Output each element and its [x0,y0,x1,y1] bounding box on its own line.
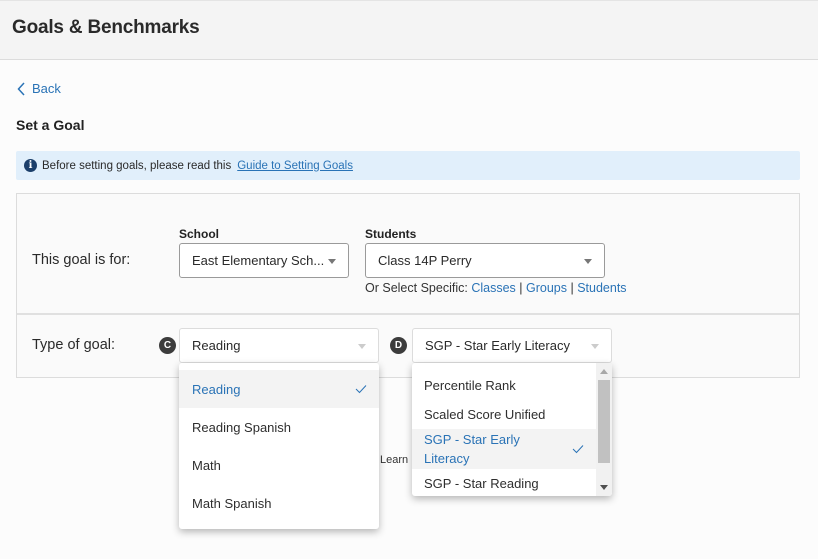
scroll-down-arrow-icon[interactable] [600,485,608,490]
subject-option-reading[interactable]: Reading [179,370,379,408]
subject-value: Reading [192,338,241,353]
option-label: SGP - Star Reading [424,476,539,491]
info-banner: i Before setting goals, please read this… [16,151,800,180]
back-link[interactable]: Back [17,81,61,96]
separator: | [570,281,574,295]
option-label: Scaled Score Unified [424,407,546,422]
chevron-left-icon [17,81,25,96]
subject-select[interactable]: Reading [179,328,379,363]
groups-link[interactable]: Groups [526,281,567,295]
section-title: Set a Goal [16,117,85,133]
school-label: School [179,227,220,241]
students-value: Class 14P Perry [378,253,472,268]
metric-option-scaled-score[interactable]: Scaled Score Unified [412,400,596,429]
step-d-badge: D [390,337,407,354]
app-header: Goals & Benchmarks [0,0,818,60]
divider [17,313,799,315]
classes-link[interactable]: Classes [471,281,515,295]
info-icon: i [24,159,37,172]
option-label: Math [192,457,221,473]
option-label: Reading [192,381,241,397]
subject-option-math[interactable]: Math [179,446,379,484]
select-specific-prefix: Or Select Specific: [365,281,468,295]
goal-for-label: This goal is for: [32,252,131,268]
back-label: Back [32,81,61,96]
goal-type-label: Type of goal: [32,337,116,353]
option-label: SGP - Star Early Literacy [424,432,520,466]
page-title: Goals & Benchmarks [12,17,200,38]
chevron-down-icon [358,344,366,349]
checkmark-icon [355,385,367,394]
background-text: Learn [380,454,409,466]
guide-link[interactable]: Guide to Setting Goals [237,160,353,172]
goal-form-panel: This goal is for: School East Elementary… [16,193,800,378]
metric-option-percentile-rank[interactable]: Percentile Rank [412,371,596,400]
scroll-thumb[interactable] [598,380,610,463]
subject-dropdown-menu: Reading Reading Spanish Math Math Spanis… [179,363,379,529]
option-label: Reading Spanish [192,419,292,435]
option-label: Math Spanish [192,495,272,511]
chevron-down-icon [591,344,599,349]
students-select[interactable]: Class 14P Perry [365,243,605,278]
option-label: Percentile Rank [424,378,516,393]
checkmark-icon [572,445,584,454]
info-text: Before setting goals, please read this [42,159,232,172]
step-c-badge: C [159,337,176,354]
metric-select[interactable]: SGP - Star Early Literacy [412,328,612,363]
metric-option-sgp-early-literacy[interactable]: SGP - Star Early Literacy [412,429,596,469]
students-label: Students [365,227,417,241]
separator: | [519,281,523,295]
subject-option-reading-spanish[interactable]: Reading Spanish [179,408,379,446]
scrollbar[interactable] [596,363,612,496]
select-specific: Or Select Specific: Classes | Groups | S… [365,281,627,295]
metric-option-sgp-reading[interactable]: SGP - Star Reading [412,469,596,491]
metric-dropdown-menu: Percentile Rank Scaled Score Unified SGP… [412,363,612,496]
chevron-down-icon [328,259,336,264]
school-select[interactable]: East Elementary Sch... [179,243,349,278]
subject-option-math-spanish[interactable]: Math Spanish [179,484,379,522]
school-value: East Elementary Sch... [192,253,325,268]
chevron-down-icon [584,259,592,264]
scroll-up-arrow-icon[interactable] [600,369,608,374]
metric-value: SGP - Star Early Literacy [425,338,570,353]
students-link[interactable]: Students [577,281,626,295]
